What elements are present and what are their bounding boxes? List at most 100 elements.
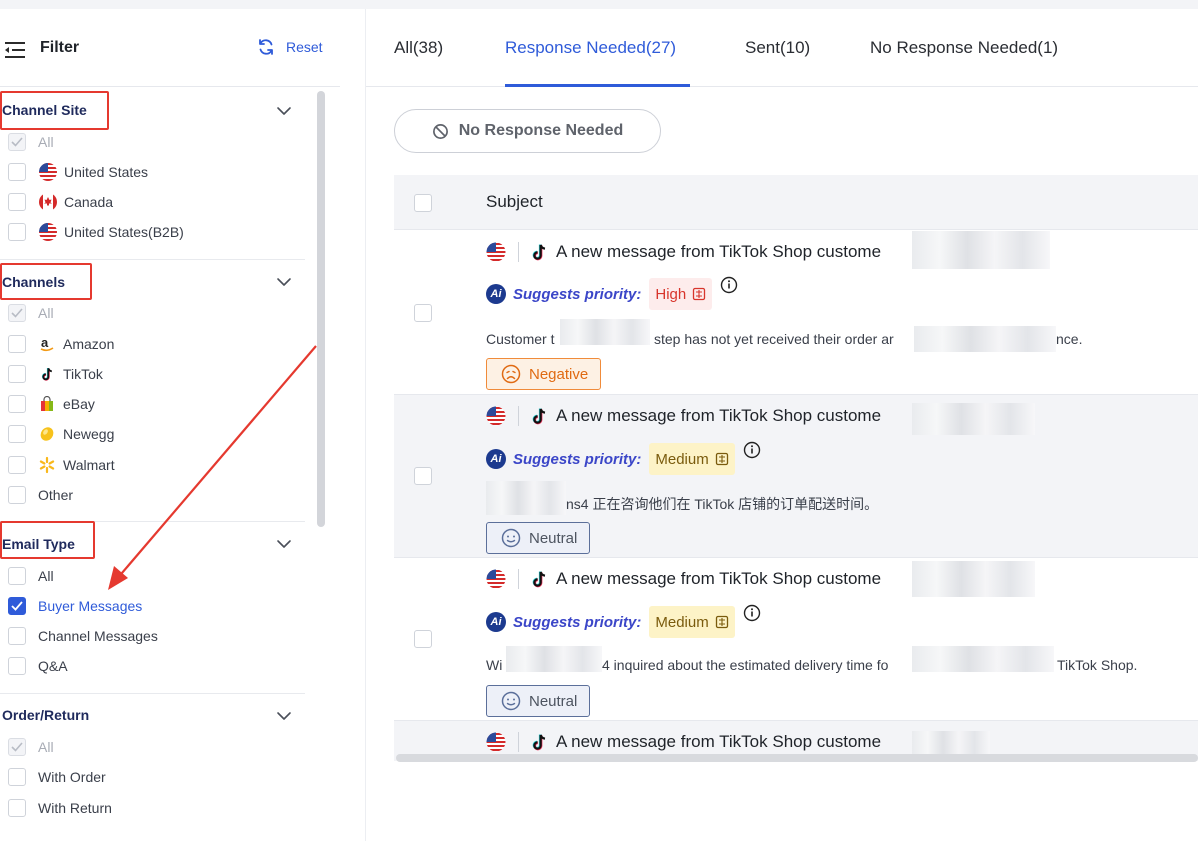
redacted-area (560, 319, 650, 345)
message-subject[interactable]: A new message from TikTok Shop custome (556, 732, 881, 752)
message-summary-start: Customer t (486, 331, 555, 347)
separator (518, 406, 519, 426)
edit-priority-icon (715, 615, 728, 629)
channel-site-option-us-b2b[interactable]: United States(B2B) (8, 222, 184, 242)
option-label: Q&A (38, 658, 68, 674)
checkbox[interactable] (8, 365, 26, 383)
select-all-checkbox[interactable] (414, 194, 432, 212)
checkbox[interactable] (8, 486, 26, 504)
channel-site-option-canada[interactable]: Canada (8, 192, 113, 212)
chevron-down-icon[interactable] (276, 711, 292, 721)
refresh-icon (259, 39, 273, 55)
option-label: Canada (64, 194, 114, 210)
message-subject[interactable]: A new message from TikTok Shop custome (556, 569, 881, 589)
checkbox[interactable] (8, 738, 26, 756)
us-flag-icon (39, 163, 57, 181)
sentiment-label: Negative (529, 365, 589, 383)
sidebar-scrollbar[interactable] (317, 91, 325, 527)
checkbox[interactable] (8, 133, 26, 151)
suggests-priority-label: Suggests priority: (513, 613, 642, 631)
tab-sent[interactable]: Sent(10) (745, 38, 810, 58)
table-horizontal-scrollbar[interactable] (396, 754, 1198, 762)
reset-label: Reset (286, 39, 323, 55)
row-checkbox[interactable] (414, 630, 432, 648)
priority-badge[interactable]: High (649, 278, 713, 310)
reset-button[interactable]: Reset (256, 37, 323, 57)
channels-option-amazon[interactable]: a Amazon (8, 334, 114, 354)
checkbox-checked[interactable] (8, 597, 26, 615)
checkbox[interactable] (8, 627, 26, 645)
checkbox[interactable] (8, 768, 26, 786)
option-label: With Return (38, 800, 112, 816)
channels-option-ebay[interactable]: eBay (8, 394, 95, 414)
email-type-option-qa[interactable]: Q&A (8, 656, 68, 676)
channels-option-other[interactable]: Other (8, 485, 73, 505)
channel-site-option-us[interactable]: United States (8, 162, 148, 182)
channels-option-tiktok[interactable]: TikTok (8, 364, 103, 384)
suggests-priority-label: Suggests priority: (513, 285, 642, 303)
chevron-down-icon[interactable] (276, 106, 292, 116)
info-icon[interactable] (743, 604, 761, 622)
channels-option-all[interactable]: All (8, 303, 54, 323)
tab-no-response-needed[interactable]: No Response Needed(1) (870, 38, 1058, 58)
no-response-needed-button[interactable]: No Response Needed (394, 109, 661, 153)
email-type-option-buyer-messages[interactable]: Buyer Messages (8, 596, 142, 616)
table-row[interactable]: A new message from TikTok Shop custome A… (394, 395, 1198, 558)
priority-label: High (655, 285, 687, 303)
checkbox[interactable] (8, 567, 26, 585)
message-subject[interactable]: A new message from TikTok Shop custome (556, 242, 881, 262)
priority-badge[interactable]: Medium (649, 443, 735, 475)
channels-option-walmart[interactable]: Walmart (8, 455, 115, 475)
option-label: eBay (63, 396, 95, 412)
info-icon[interactable] (720, 276, 738, 294)
section-title-email-type: Email Type (2, 536, 75, 552)
chevron-down-icon[interactable] (276, 277, 292, 287)
priority-label: Medium (655, 613, 709, 631)
ai-icon: Ai (486, 449, 506, 469)
section-divider (0, 693, 305, 694)
checkbox[interactable] (8, 657, 26, 675)
chevron-down-icon[interactable] (276, 539, 292, 549)
info-icon[interactable] (743, 441, 761, 459)
newegg-icon (38, 425, 56, 443)
message-subject[interactable]: A new message from TikTok Shop custome (556, 406, 881, 426)
checkbox[interactable] (8, 335, 26, 353)
row-checkbox[interactable] (414, 304, 432, 322)
tiktok-icon (532, 408, 546, 425)
checkbox[interactable] (8, 425, 26, 443)
tab-all[interactable]: All(38) (394, 38, 443, 58)
option-label: All (38, 305, 54, 321)
order-return-option-with-return[interactable]: With Return (8, 798, 112, 818)
channels-option-newegg[interactable]: Newegg (8, 424, 114, 444)
checkbox[interactable] (8, 193, 26, 211)
option-label: Buyer Messages (38, 598, 143, 614)
neutral-face-icon (501, 528, 521, 548)
table-header: Subject (394, 175, 1198, 230)
us-flag-icon (486, 569, 506, 589)
checkbox[interactable] (8, 163, 26, 181)
sentiment-label: Neutral (529, 529, 578, 547)
priority-badge[interactable]: Medium (649, 606, 735, 638)
checkbox[interactable] (8, 456, 26, 474)
message-summary-start: Wi (486, 657, 503, 673)
option-label: With Order (38, 769, 106, 785)
row-checkbox[interactable] (414, 467, 432, 485)
checkbox[interactable] (8, 304, 26, 322)
email-type-option-all[interactable]: All (8, 566, 54, 586)
sentiment-badge: Neutral (486, 522, 591, 554)
redacted-area (912, 403, 1035, 435)
ai-icon: Ai (486, 284, 506, 304)
checkbox[interactable] (8, 395, 26, 413)
checkbox[interactable] (8, 223, 26, 241)
order-return-option-all[interactable]: All (8, 737, 54, 757)
option-label: Channel Messages (38, 628, 158, 644)
channel-site-option-all[interactable]: All (8, 132, 54, 152)
tab-response-needed[interactable]: Response Needed(27) (505, 38, 676, 58)
checkbox[interactable] (8, 799, 26, 817)
order-return-option-with-order[interactable]: With Order (8, 767, 106, 787)
table-row[interactable]: A new message from TikTok Shop custome A… (394, 558, 1198, 721)
collapse-menu-icon[interactable] (5, 41, 27, 59)
section-title-order-return: Order/Return (2, 707, 90, 723)
table-row[interactable]: A new message from TikTok Shop custome A… (394, 231, 1198, 395)
email-type-option-channel-messages[interactable]: Channel Messages (8, 626, 158, 646)
